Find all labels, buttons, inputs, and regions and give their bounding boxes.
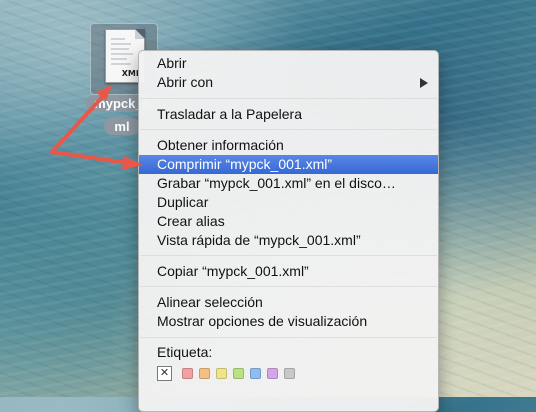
arrow-line-to-comprimir <box>50 150 130 165</box>
arrowhead-to-comprimir <box>122 156 143 170</box>
arrow-group <box>50 85 143 170</box>
arrow-line-to-file <box>50 90 109 154</box>
annotation-arrows <box>50 85 143 170</box>
